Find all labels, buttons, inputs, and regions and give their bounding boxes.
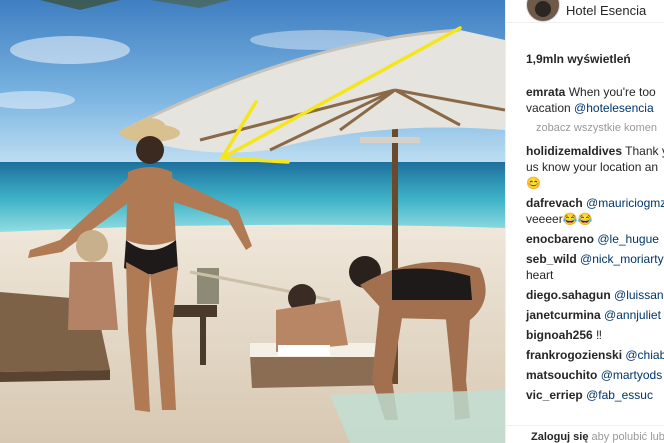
account-avatar[interactable] — [526, 0, 560, 22]
account-name-link[interactable]: Hotel Esencia — [566, 3, 646, 18]
comment-mention[interactable]: @le_hugue — [597, 232, 659, 246]
comment-item: bignoah256 ‼ — [526, 327, 664, 343]
comment-item: dafrevach @mauriciogmz veeeer😂😂 — [526, 195, 664, 227]
footer-divider — [506, 425, 664, 426]
view-count: 1,9mln wyświetleń — [526, 52, 631, 66]
comment-username[interactable]: enocbareno — [526, 232, 594, 246]
video-player[interactable] — [0, 0, 505, 443]
caption-username[interactable]: emrata — [526, 85, 565, 99]
comment-mention[interactable]: @annjuliet — [604, 308, 661, 322]
comment-item: seb_wild @nick_moriarty heart — [526, 251, 664, 283]
caption-mention[interactable]: @hotelesencia — [574, 101, 654, 115]
comment-item: matsouchito @martyods — [526, 367, 664, 383]
comment-username[interactable]: diego.sahagun — [526, 288, 611, 302]
comment-item: diego.sahagun @luissand — [526, 287, 664, 303]
comment-text-2: heart — [526, 268, 554, 282]
comment-username[interactable]: matsouchito — [526, 368, 597, 382]
post-caption: emrata When you're too vacation @hoteles… — [526, 84, 664, 116]
comment-item: janetcurmina @annjuliet — [526, 307, 664, 323]
post-side-panel: Hotel Esencia 1,9mln wyświetleń emrata W… — [505, 0, 664, 443]
comment-text: Thank y — [625, 144, 664, 158]
comment-text: ‼ — [596, 328, 603, 342]
footer-text: aby polubić lub — [591, 431, 664, 443]
comment-username[interactable]: bignoah256 — [526, 328, 593, 342]
comment-username[interactable]: seb_wild — [526, 252, 577, 266]
login-link[interactable]: Zaloguj się — [531, 431, 588, 443]
post-footer: Zaloguj się aby polubić lub — [531, 431, 664, 443]
comment-mention[interactable]: @fab_essuc — [586, 388, 653, 402]
caption-text-2: vacation — [526, 101, 571, 115]
comment-username[interactable]: frankrogozienski — [526, 348, 622, 362]
comment-mention[interactable]: @luissand — [614, 288, 664, 302]
comment-text-2: veeeer😂😂 — [526, 212, 593, 226]
comment-item: holidizemaldives Thank y us know your lo… — [526, 143, 664, 191]
comment-item: enocbareno @le_hugue — [526, 231, 664, 247]
beach-scene-image — [0, 0, 505, 443]
post-header: Hotel Esencia — [506, 0, 664, 23]
comment-mention[interactable]: @mauriciogmz — [586, 196, 664, 210]
caption-text: When you're too — [568, 85, 656, 99]
comment-list: holidizemaldives Thank y us know your lo… — [526, 143, 664, 407]
comment-username[interactable]: vic_erriep — [526, 388, 583, 402]
comment-mention[interactable]: @chiab — [625, 348, 664, 362]
comment-username[interactable]: holidizemaldives — [526, 144, 622, 158]
comment-text-2: us know your location an — [526, 160, 659, 174]
comment-username[interactable]: dafrevach — [526, 196, 583, 210]
comment-text-3: 😊 — [526, 176, 541, 190]
comment-item: vic_erriep @fab_essuc — [526, 387, 664, 403]
comment-username[interactable]: janetcurmina — [526, 308, 601, 322]
comment-mention[interactable]: @nick_moriarty — [580, 252, 664, 266]
comment-mention[interactable]: @martyods — [601, 368, 663, 382]
comment-item: frankrogozienski @chiab — [526, 347, 664, 363]
load-more-comments-link[interactable]: zobacz wszystkie komen — [536, 122, 657, 134]
